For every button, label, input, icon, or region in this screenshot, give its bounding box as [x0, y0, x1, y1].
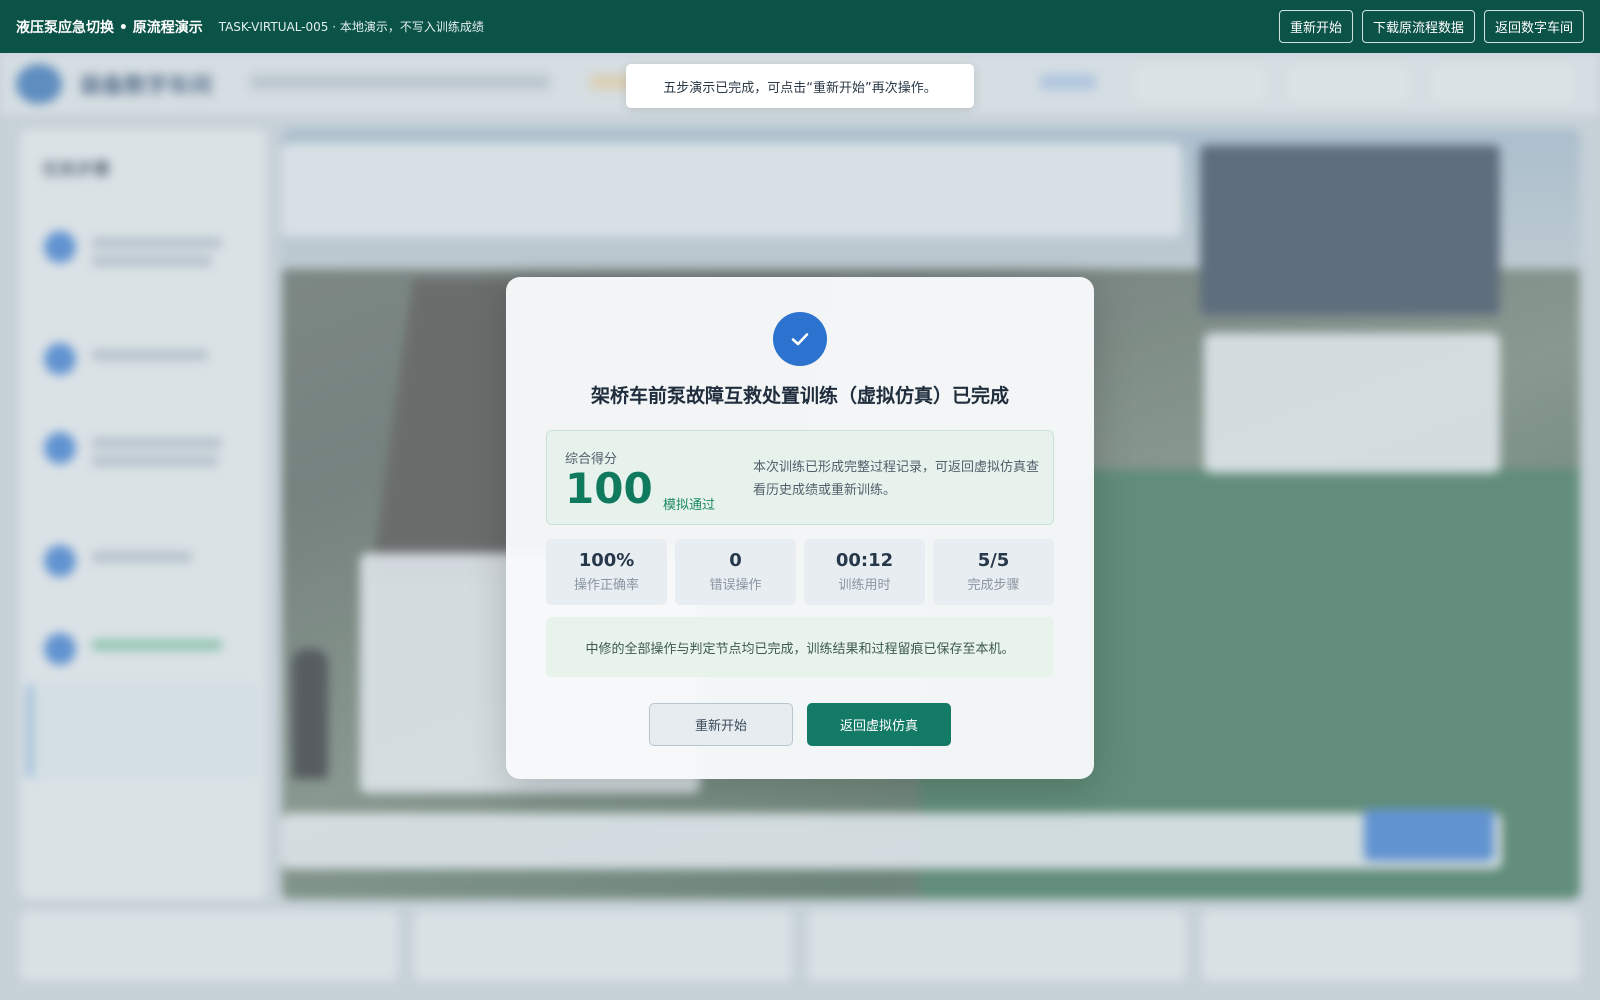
stat-errors: 0 错误操作 [675, 539, 796, 605]
stat-label: 完成步骤 [967, 578, 1020, 593]
stat-label: 训练用时 [838, 578, 891, 593]
return-simulation-button[interactable]: 返回虚拟仿真 [807, 703, 951, 746]
modal-title: 架桥车前泵故障互救处置训练（虚拟仿真）已完成 [590, 385, 1009, 407]
score-value: 100 [565, 464, 653, 513]
download-data-button[interactable]: 下载原流程数据 [1361, 10, 1475, 43]
check-icon [773, 312, 827, 366]
top-bar: 液压泵应急切换 • 原流程演示 TASK-VIRTUAL-005 · 本地演示，… [0, 0, 1600, 53]
stat-duration: 00:12 训练用时 [804, 539, 925, 605]
restart-button[interactable]: 重新开始 [1278, 10, 1353, 43]
score-status: 模拟通过 [663, 498, 716, 513]
completion-note: 中修的全部操作与判定节点均已完成，训练结果和过程留痕已保存至本机。 [546, 617, 1054, 677]
score-description: 本次训练已形成完整过程记录，可返回虚拟仿真查看历史成绩或重新训练。 [753, 460, 1040, 498]
stat-value: 00:12 [835, 550, 894, 571]
stats-row: 100% 操作正确率 0 错误操作 00:12 训练用时 5/5 完成步骤 [546, 539, 1054, 605]
stat-label: 错误操作 [709, 578, 762, 593]
stat-label: 操作正确率 [573, 578, 639, 593]
stat-value: 0 [729, 550, 742, 571]
demo-title: 液压泵应急切换 • 原流程演示 [16, 19, 203, 36]
completion-toast: 五步演示已完成，可点击“重新开始”再次操作。 [626, 64, 974, 108]
modal-restart-button[interactable]: 重新开始 [649, 703, 793, 746]
stat-accuracy: 100% 操作正确率 [546, 539, 667, 605]
score-panel: 综合得分 100 模拟通过 本次训练已形成完整过程记录，可返回虚拟仿真查看历史成… [546, 430, 1054, 525]
stat-value: 5/5 [977, 550, 1010, 571]
back-to-workshop-button[interactable]: 返回数字车间 [1483, 10, 1584, 43]
task-subtitle: TASK-VIRTUAL-005 · 本地演示，不写入训练成绩 [218, 20, 484, 34]
stat-value: 100% [578, 550, 635, 571]
topbar-actions: 重新开始 下载原流程数据 返回数字车间 [1278, 10, 1584, 43]
completion-modal: 架桥车前泵故障互救处置训练（虚拟仿真）已完成 综合得分 100 模拟通过 本次训… [506, 277, 1094, 779]
stat-steps: 5/5 完成步骤 [933, 539, 1054, 605]
